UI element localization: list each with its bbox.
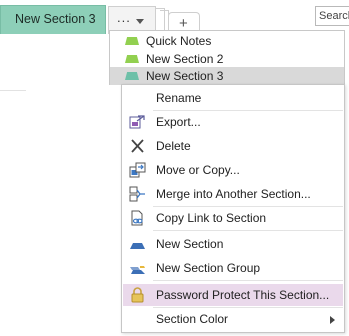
section-tab-icon bbox=[125, 72, 139, 80]
menu-item-label: Password Protect This Section... bbox=[156, 288, 330, 302]
menu-item-new-section[interactable]: New Section bbox=[123, 233, 343, 255]
menu-item-export[interactable]: Export... bbox=[123, 111, 343, 133]
chevron-right-icon bbox=[330, 316, 335, 324]
menu-item-label: Section Color bbox=[156, 312, 229, 326]
menu-item-move-copy[interactable]: Move or Copy... bbox=[123, 159, 343, 181]
merge-icon bbox=[129, 186, 146, 202]
delete-icon bbox=[129, 138, 146, 154]
section-context-menu: Rename Export... Delete Move or Copy... … bbox=[121, 84, 345, 333]
lock-icon bbox=[129, 287, 146, 303]
menu-item-new-section-group[interactable]: New Section Group bbox=[123, 257, 343, 279]
section-item-new-section-3[interactable]: New Section 3 bbox=[110, 67, 344, 85]
menu-item-label: Copy Link to Section bbox=[156, 211, 267, 225]
menu-item-label: Export... bbox=[156, 115, 201, 129]
search-input[interactable]: Search bbox=[315, 6, 349, 26]
tab-active-section[interactable]: New Section 3 bbox=[0, 5, 106, 34]
menu-item-copy-link[interactable]: Copy Link to Section bbox=[123, 207, 343, 229]
menu-item-label: Move or Copy... bbox=[156, 163, 240, 177]
menu-separator bbox=[153, 280, 343, 281]
new-section-group-icon bbox=[129, 260, 146, 276]
section-tab-icon bbox=[125, 55, 139, 63]
section-item-label: New Section 2 bbox=[146, 52, 224, 66]
menu-separator bbox=[153, 230, 343, 231]
section-tab-icon bbox=[125, 37, 139, 45]
more-sections-label: ... bbox=[117, 10, 131, 25]
menu-item-rename[interactable]: Rename bbox=[123, 87, 343, 109]
menu-item-delete[interactable]: Delete bbox=[123, 135, 343, 157]
section-list-dropdown: Quick Notes New Section 2 New Section 3 bbox=[109, 30, 345, 85]
tab-active-label: New Section 3 bbox=[15, 12, 96, 26]
export-icon bbox=[129, 114, 146, 130]
section-item-label: New Section 3 bbox=[146, 69, 224, 83]
section-item-new-section-2[interactable]: New Section 2 bbox=[110, 50, 344, 68]
search-placeholder: Search bbox=[319, 10, 349, 22]
chevron-down-icon bbox=[136, 19, 144, 24]
menu-item-label: Delete bbox=[156, 139, 191, 153]
page-divider bbox=[0, 90, 26, 91]
menu-item-password-protect[interactable]: Password Protect This Section... bbox=[123, 284, 343, 306]
section-item-label: Quick Notes bbox=[146, 34, 212, 48]
menu-item-label: Merge into Another Section... bbox=[156, 187, 311, 201]
new-section-icon bbox=[129, 236, 146, 252]
menu-item-merge[interactable]: Merge into Another Section... bbox=[123, 183, 343, 205]
menu-item-label: New Section Group bbox=[156, 261, 261, 275]
menu-item-label: Rename bbox=[156, 91, 202, 105]
move-copy-icon bbox=[129, 162, 146, 178]
copy-link-icon bbox=[129, 210, 146, 226]
menu-item-section-color[interactable]: Section Color bbox=[123, 308, 343, 330]
menu-item-label: New Section bbox=[156, 237, 224, 251]
section-item-quick-notes[interactable]: Quick Notes bbox=[110, 32, 344, 50]
